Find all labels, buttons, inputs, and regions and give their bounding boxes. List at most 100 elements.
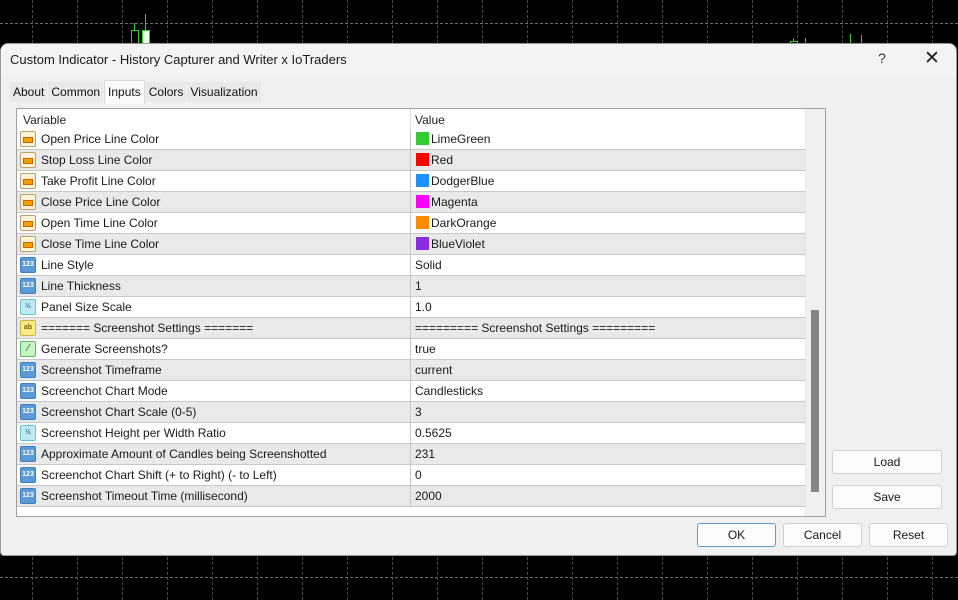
color-swatch (416, 195, 429, 208)
table-row[interactable]: 123 Line Style Solid (17, 255, 805, 276)
title-bar[interactable]: Custom Indicator - History Capturer and … (1, 44, 956, 76)
tab-common[interactable]: Common (48, 82, 104, 102)
value-cell[interactable]: Red (411, 150, 805, 170)
table-row[interactable]: 123 Screenshot Chart Scale (0-5) 3 (17, 402, 805, 423)
variable-value: 0 (415, 468, 422, 482)
string-icon: ab (20, 320, 36, 336)
table-row[interactable]: 123 Screenshot Timeframe current (17, 360, 805, 381)
variable-cell: 123 Screenchot Chart Shift (+ to Right) (… (17, 465, 411, 485)
column-divider[interactable] (410, 109, 411, 129)
grid-line-horizontal (0, 23, 958, 24)
integer-icon: 123 (20, 467, 36, 483)
column-header-variable[interactable]: Variable (23, 113, 66, 127)
save-button[interactable]: Save (832, 485, 942, 509)
color-swatch (416, 174, 429, 187)
vertical-scrollbar[interactable] (805, 109, 825, 516)
color-swatch (416, 153, 429, 166)
table-row[interactable]: 123 Screenshot Timeout Time (millisecond)… (17, 486, 805, 507)
cancel-button[interactable]: Cancel (783, 523, 862, 547)
value-cell[interactable]: ========= Screenshot Settings ========= (411, 318, 805, 338)
value-cell[interactable]: true (411, 339, 805, 359)
window-title: Custom Indicator - History Capturer and … (10, 52, 347, 67)
table-row[interactable]: 123 Approximate Amount of Candles being S… (17, 444, 805, 465)
value-cell[interactable]: Magenta (411, 192, 805, 212)
variable-value: Red (431, 153, 454, 167)
help-button[interactable]: ? (872, 50, 892, 66)
ok-button[interactable]: OK (697, 523, 776, 547)
value-cell[interactable]: current (411, 360, 805, 380)
table-row[interactable]: 123 Screenchot Chart Shift (+ to Right) (… (17, 465, 805, 486)
variable-cell: ½ Panel Size Scale (17, 297, 411, 317)
value-cell[interactable]: LimeGreen (411, 129, 805, 149)
table-row[interactable]: ab ======= Screenshot Settings ======= ===… (17, 318, 805, 339)
tab-colors[interactable]: Colors (145, 82, 187, 102)
value-cell[interactable]: DarkOrange (411, 213, 805, 233)
value-cell[interactable]: 231 (411, 444, 805, 464)
variable-name: Close Time Line Color (41, 237, 160, 251)
variable-cell: Open Price Line Color (17, 129, 411, 149)
variable-name: Open Price Line Color (41, 132, 160, 146)
variable-name: Panel Size Scale (41, 300, 132, 314)
variable-value: ========= Screenshot Settings ========= (415, 321, 656, 335)
variable-cell: ½ Screenshot Height per Width Ratio (17, 423, 411, 443)
tab-visualization[interactable]: Visualization (187, 82, 261, 102)
variable-cell: 123 Screenshot Timeframe (17, 360, 411, 380)
color-swatch (416, 237, 429, 250)
table-row[interactable]: ⁄ Generate Screenshots? true (17, 339, 805, 360)
variable-name: Screenshot Height per Width Ratio (41, 426, 226, 440)
value-cell[interactable]: Solid (411, 255, 805, 275)
variable-cell: ⁄ Generate Screenshots? (17, 339, 411, 359)
tab-about[interactable]: About (10, 82, 48, 102)
variable-name: ======= Screenshot Settings ======= (41, 321, 254, 335)
integer-icon: 123 (20, 257, 36, 273)
variable-name: Close Price Line Color (41, 195, 161, 209)
table-row[interactable]: Close Time Line Color BlueViolet (17, 234, 805, 255)
value-cell[interactable]: 0 (411, 465, 805, 485)
variable-name: Screenshot Timeframe (41, 363, 162, 377)
inputs-table: Variable Value Open Price Line Color Lime… (16, 108, 826, 517)
column-header-value[interactable]: Value (415, 113, 445, 127)
value-cell[interactable]: Candlesticks (411, 381, 805, 401)
value-cell[interactable]: DodgerBlue (411, 171, 805, 191)
double-icon: ½ (20, 425, 36, 441)
value-cell[interactable]: 1 (411, 276, 805, 296)
variable-value: true (415, 342, 436, 356)
variable-cell: Open Time Line Color (17, 213, 411, 233)
tab-inputs[interactable]: Inputs (104, 80, 145, 104)
value-cell[interactable]: 1.0 (411, 297, 805, 317)
variable-name: Stop Loss Line Color (41, 153, 153, 167)
table-row[interactable]: Open Price Line Color LimeGreen (17, 129, 805, 150)
table-body: Open Price Line Color LimeGreen Stop Loss … (17, 129, 805, 507)
table-row[interactable]: Open Time Line Color DarkOrange (17, 213, 805, 234)
bool-icon: ⁄ (20, 341, 36, 357)
table-row[interactable]: Close Price Line Color Magenta (17, 192, 805, 213)
table-row[interactable]: 123 Line Thickness 1 (17, 276, 805, 297)
table-row[interactable]: ½ Panel Size Scale 1.0 (17, 297, 805, 318)
integer-icon: 123 (20, 362, 36, 378)
load-button[interactable]: Load (832, 450, 942, 474)
value-cell[interactable]: 3 (411, 402, 805, 422)
candle-wick (861, 35, 862, 44)
table-row[interactable]: Stop Loss Line Color Red (17, 150, 805, 171)
table-row[interactable]: 123 Screenchot Chart Mode Candlesticks (17, 381, 805, 402)
reset-button[interactable]: Reset (869, 523, 948, 547)
variable-name: Screenshot Chart Scale (0-5) (41, 405, 197, 419)
table-row[interactable]: Take Profit Line Color DodgerBlue (17, 171, 805, 192)
color-icon (20, 131, 36, 147)
value-cell[interactable]: 0.5625 (411, 423, 805, 443)
integer-icon: 123 (20, 278, 36, 294)
candle-wick (850, 34, 851, 44)
variable-name: Screenshot Timeout Time (millisecond) (41, 489, 248, 503)
value-cell[interactable]: BlueViolet (411, 234, 805, 254)
close-icon[interactable]: ✕ (919, 47, 945, 70)
variable-cell: 123 Screenshot Timeout Time (millisecond) (17, 486, 411, 506)
variable-name: Open Time Line Color (41, 216, 158, 230)
variable-cell: 123 Screenchot Chart Mode (17, 381, 411, 401)
variable-value: Solid (415, 258, 442, 272)
variable-cell: Close Price Line Color (17, 192, 411, 212)
variable-value: 1.0 (415, 300, 432, 314)
scrollbar-thumb[interactable] (811, 310, 819, 492)
variable-cell: Stop Loss Line Color (17, 150, 411, 170)
value-cell[interactable]: 2000 (411, 486, 805, 506)
table-row[interactable]: ½ Screenshot Height per Width Ratio 0.5625 (17, 423, 805, 444)
